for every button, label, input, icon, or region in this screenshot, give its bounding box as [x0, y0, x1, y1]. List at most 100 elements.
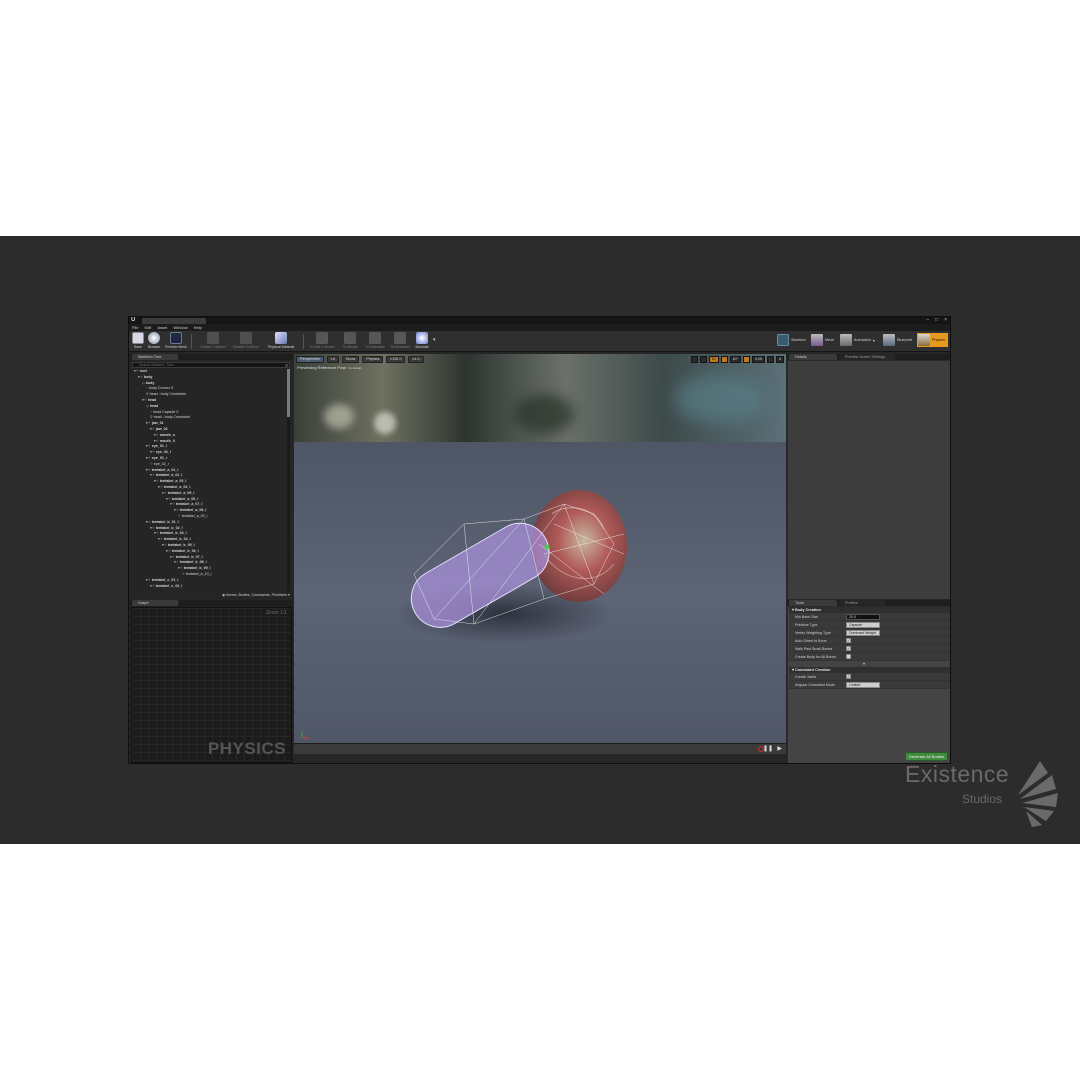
nautilus-mesh[interactable]: [294, 354, 786, 754]
to-kinematic-button[interactable]: To Kinematic: [363, 332, 387, 351]
menu-edit[interactable]: Edit: [144, 324, 151, 331]
play-icon[interactable]: ▶: [777, 745, 782, 752]
lod-button[interactable]: LOD 0: [386, 356, 406, 363]
create-joints-checkbox[interactable]: ✓: [846, 674, 851, 679]
bone-node[interactable]: ▾⊹ tentakel_b_07_l: [170, 555, 203, 560]
save-button[interactable]: Save: [131, 332, 145, 351]
grid-snap-toggle[interactable]: 10: [708, 356, 719, 363]
bone-node[interactable]: ▾⊹ tentakel_b_09_l: [178, 566, 211, 571]
bone-node[interactable]: ⊹ tentakel_b_10_l: [182, 572, 211, 577]
rotation-snap-icon[interactable]: [720, 356, 728, 363]
angular-constraint-select[interactable]: Limited: [846, 682, 880, 688]
create-body-all-checkbox[interactable]: [846, 654, 851, 659]
tab-tools[interactable]: Tools: [789, 600, 837, 606]
enable-collision-button[interactable]: Enable Collision: [199, 332, 227, 351]
walk-past-checkbox[interactable]: ✓: [846, 646, 851, 651]
menu-asset[interactable]: Asset: [157, 324, 167, 331]
menu-help[interactable]: Help: [194, 324, 202, 331]
camera-speed-icon[interactable]: [767, 356, 774, 363]
constraint-node[interactable]: ⚲ head : body Constraint: [150, 415, 190, 420]
bone-node[interactable]: ▾⊹ tentakel_b_06_l: [166, 549, 199, 554]
bone-node[interactable]: ▾⊹ jaw_01: [146, 421, 164, 426]
browse-button[interactable]: Browse: [147, 332, 161, 351]
bone-node[interactable]: ▾⊹ tentakel_b_03_l: [154, 531, 187, 536]
tab-graph[interactable]: Graph: [132, 600, 178, 606]
mode-skeleton-button[interactable]: Skeleton: [777, 333, 806, 347]
bone-node[interactable]: ▾⊹ tentakel_a_01_l: [146, 468, 178, 473]
bone-node[interactable]: ▾⊹ tentakel_a_07_l: [170, 502, 202, 507]
close-icon[interactable]: ×: [944, 317, 947, 324]
bone-node[interactable]: ▾⊹ head: [142, 398, 156, 403]
primitive-type-select[interactable]: Capsule: [846, 622, 880, 628]
menu-window[interactable]: Window: [173, 324, 187, 331]
rotation-snap-value[interactable]: 10°: [729, 356, 741, 363]
to-animated-button[interactable]: To Animated: [388, 332, 412, 351]
mode-blueprint-button[interactable]: Blueprint: [883, 333, 912, 347]
camera-speed-value[interactable]: 4: [776, 356, 784, 363]
bone-node[interactable]: ▾⊹ tentakel_a_06_l: [166, 497, 198, 502]
perspective-button[interactable]: Perspective: [296, 356, 324, 363]
bone-node[interactable]: ▾⊹ root: [134, 369, 147, 374]
bone-node[interactable]: ▾⊹ eye_01_r: [146, 456, 167, 461]
tree-scrollbar[interactable]: [287, 369, 290, 591]
mode-animation-button[interactable]: Animation ▾: [840, 333, 875, 347]
bone-node[interactable]: ⊹ tentakel_a_09_l: [178, 514, 207, 519]
scale-snap-icon[interactable]: [743, 356, 750, 363]
show-button[interactable]: Show: [341, 356, 360, 363]
tab-profiles[interactable]: Profiles: [839, 600, 885, 606]
disable-collision-button[interactable]: Disable Collision: [231, 332, 261, 351]
preview-mesh-button[interactable]: Preview Mesh: [165, 332, 187, 351]
bone-node[interactable]: ▾⊹ tentakel_c_01_l: [146, 578, 178, 583]
mode-physics-button[interactable]: Physics: [917, 333, 949, 347]
playback-speed-button[interactable]: x1.0: [408, 356, 424, 363]
body-node[interactable]: ◇ head: [146, 404, 158, 409]
constraint-node[interactable]: ⚲ head : body Constraint: [146, 392, 186, 397]
body-node[interactable]: ◌ body Convex 0: [146, 386, 173, 391]
scale-snap-value[interactable]: 0.25: [752, 356, 765, 363]
bone-node[interactable]: ▾⊹ tentakel_b_05_l: [162, 543, 195, 548]
bone-node[interactable]: ▾⊹ eye_02_l: [150, 450, 171, 455]
menu-file[interactable]: File: [132, 324, 138, 331]
physical-material-button[interactable]: Physical Material: [265, 332, 297, 351]
body-node[interactable]: ◇ body: [142, 381, 154, 386]
capsule-body[interactable]: [401, 513, 560, 638]
tree-scrollbar-thumb[interactable]: [287, 369, 290, 417]
mode-mesh-button[interactable]: Mesh: [811, 333, 834, 347]
tree-filter-options[interactable]: ◉ Bones, Bodies, Constraints, Primitives…: [130, 591, 293, 599]
pause-icon[interactable]: ❚❚: [763, 745, 773, 752]
bone-node[interactable]: ▾⊹ eye_01_l: [146, 444, 167, 449]
tab-details[interactable]: Details: [789, 354, 837, 360]
bone-node[interactable]: ▾⊹ mouth_o: [154, 433, 175, 438]
bone-node[interactable]: ⊹ eye_02_r: [150, 462, 169, 467]
tab-preview-scene-settings[interactable]: Preview Scene Settings: [839, 354, 895, 360]
skeleton-search-input[interactable]: Search Skeleton Tree... ⚲: [132, 362, 290, 368]
add-socket-button[interactable]: To Add a Socket: [307, 332, 337, 351]
min-bone-size-input[interactable]: 20.0: [846, 614, 880, 620]
tab-skeleton-tree[interactable]: Skeleton Tree: [132, 354, 178, 360]
bone-node[interactable]: ▾⊹ tentakel_a_03_l: [154, 479, 186, 484]
rotate-icon[interactable]: [699, 356, 707, 363]
bone-node[interactable]: ▾⊹ mouth_ll: [154, 439, 175, 444]
bone-node[interactable]: ▾⊹ tentakel_a_04_l: [158, 485, 190, 490]
lit-button[interactable]: Lit: [326, 356, 339, 363]
simulate-dropdown-icon[interactable]: ▾: [433, 337, 436, 343]
bone-node[interactable]: ▾⊹ tentakel_a_05_l: [162, 491, 194, 496]
bone-node[interactable]: ▾⊹ tentakel_b_02_l: [150, 526, 183, 531]
generate-all-bodies-button[interactable]: Generate All Bodies: [904, 752, 948, 761]
bone-node[interactable]: ▾⊹ tentakel_b_04_l: [158, 537, 191, 542]
translate-icon[interactable]: [690, 356, 698, 363]
vertex-weighting-select[interactable]: Dominant Weight: [846, 630, 880, 636]
expand-advanced-icon[interactable]: ▾: [863, 661, 865, 666]
bone-node[interactable]: ▾⊹ tentakel_c_02_l: [150, 584, 182, 589]
viewport[interactable]: Perspective Lit Show Physics LOD 0 x1.0 …: [294, 354, 786, 754]
to-weight-button[interactable]: To Weight: [339, 332, 361, 351]
bone-node[interactable]: ▾⊹ body: [138, 375, 152, 380]
minimize-icon[interactable]: –: [926, 317, 929, 324]
animation-dropdown-icon[interactable]: ▾: [873, 338, 875, 343]
body-node[interactable]: ◌ head Capsule 0: [150, 410, 178, 415]
bone-node[interactable]: ▾⊹ tentakel_a_08_l: [174, 508, 206, 513]
bone-node[interactable]: ▾⊹ tentakel_b_01_l: [146, 520, 179, 525]
simulate-button[interactable]: Simulate: [413, 332, 431, 351]
bone-node[interactable]: ▾⊹ tentakel_b_08_l: [174, 560, 207, 565]
bone-node[interactable]: ▾⊹ jaw_02: [150, 427, 168, 432]
